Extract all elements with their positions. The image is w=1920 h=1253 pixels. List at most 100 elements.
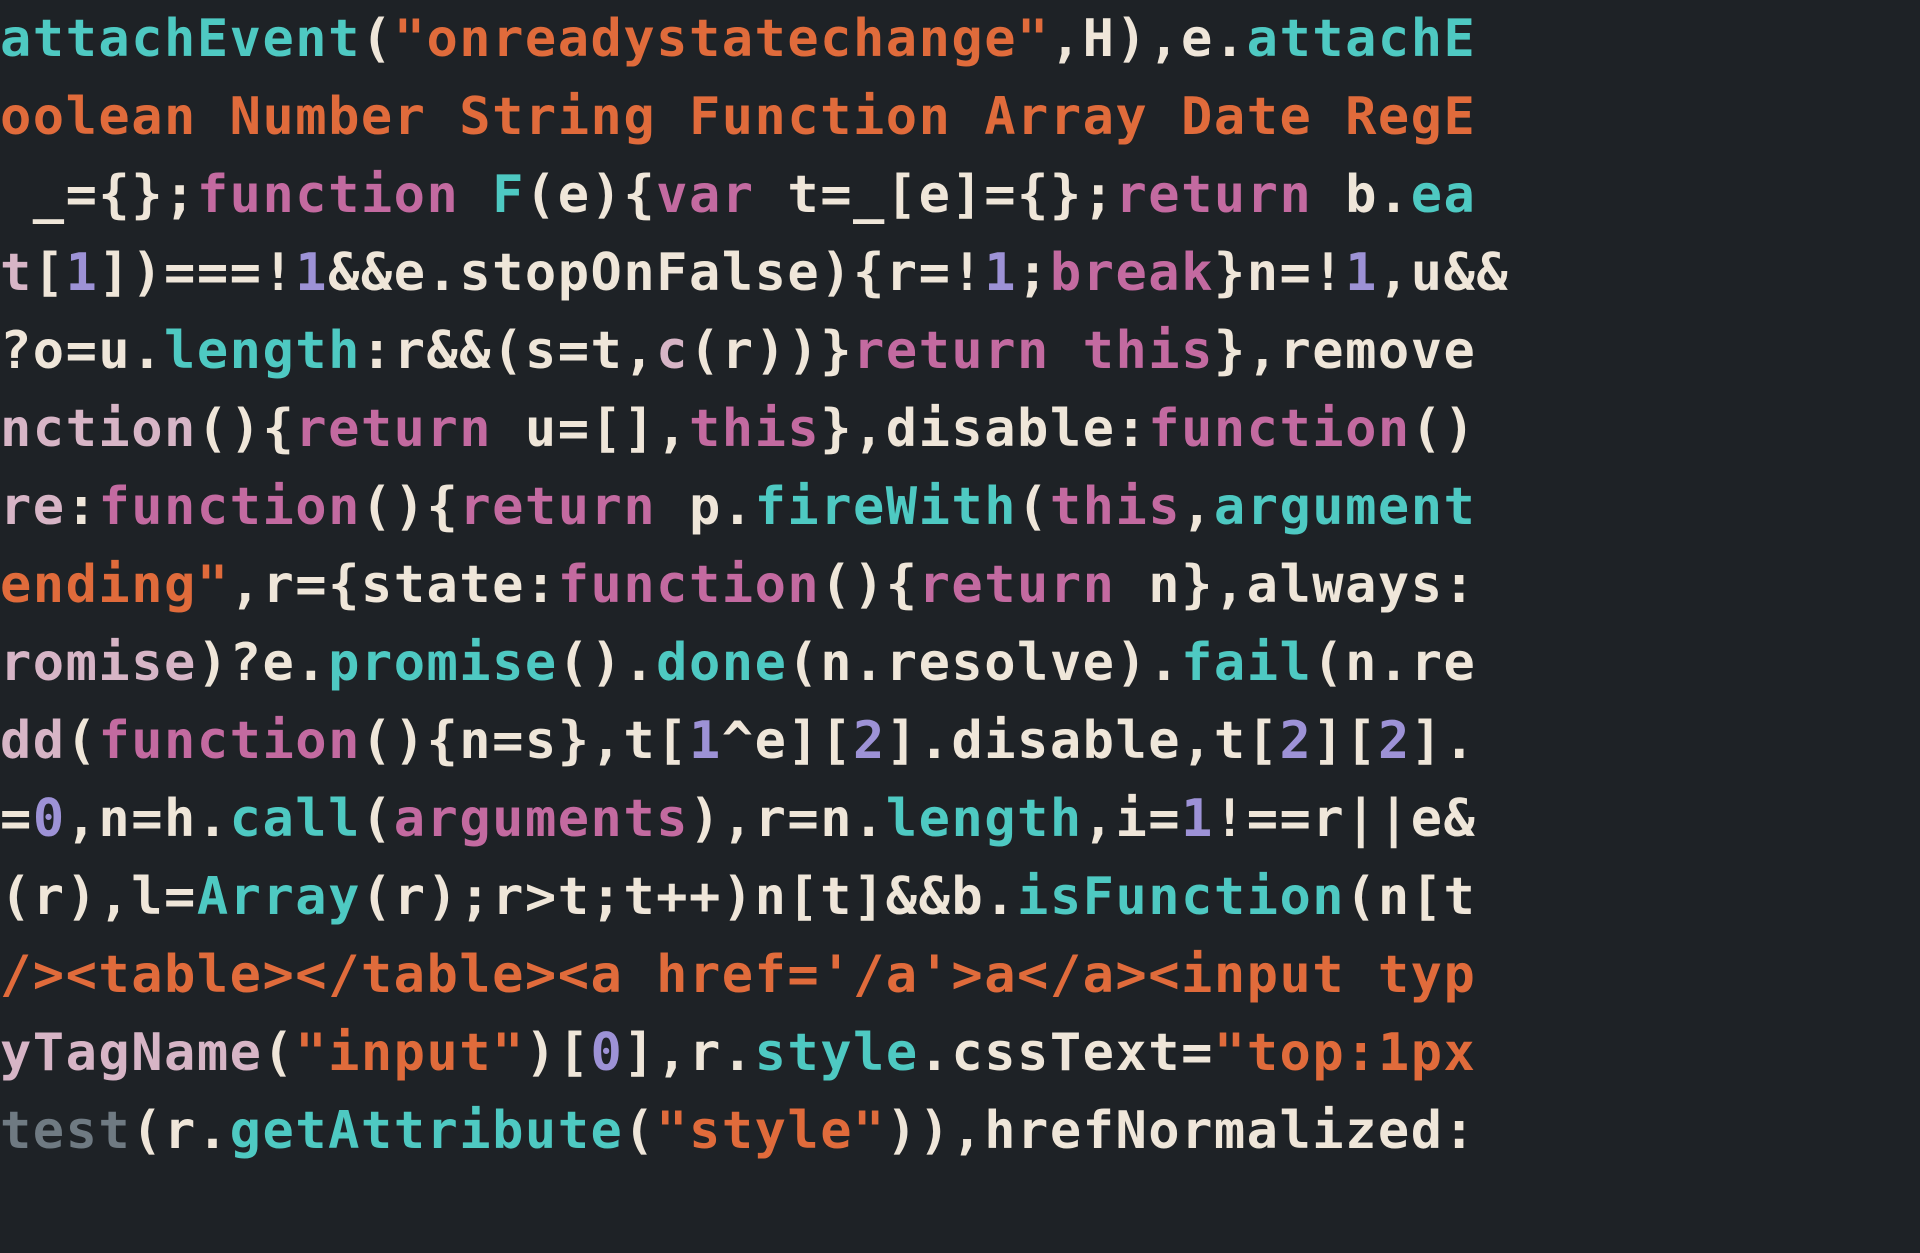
token: "onreadystatechange" bbox=[394, 9, 1050, 69]
code-line-9[interactable]: romise)?e.promise().done(n.resolve).fail… bbox=[0, 624, 1920, 702]
token: ( bbox=[66, 711, 99, 771]
token: :r&&(s=t, bbox=[361, 321, 656, 381]
code-line-10[interactable]: dd(function(){n=s},t[1^e][2].disable,t[2… bbox=[0, 702, 1920, 780]
token: ,i= bbox=[1083, 789, 1181, 849]
token: isFunction bbox=[1017, 867, 1345, 927]
code-line-7[interactable]: re:function(){return p.fireWith(this,arg… bbox=[0, 468, 1920, 546]
token: ]. bbox=[1411, 711, 1477, 771]
code-line-8[interactable]: ending",r={state:function(){return n},al… bbox=[0, 546, 1920, 624]
token: ?o=u. bbox=[0, 321, 164, 381]
token: 1 bbox=[295, 243, 328, 303]
token: fireWith bbox=[755, 477, 1017, 537]
token: (n.re bbox=[1312, 633, 1476, 693]
token: ( bbox=[623, 1101, 656, 1161]
token: ],r. bbox=[623, 1023, 754, 1083]
token: Array bbox=[197, 867, 361, 927]
token: (){ bbox=[361, 477, 459, 537]
token: return bbox=[295, 399, 492, 459]
token: (e){ bbox=[525, 165, 656, 225]
token: }n=! bbox=[1214, 243, 1345, 303]
token: ][ bbox=[1312, 711, 1378, 771]
token: length bbox=[886, 789, 1083, 849]
token: ( bbox=[1017, 477, 1050, 537]
token: return bbox=[1115, 165, 1312, 225]
token: attachE bbox=[1247, 9, 1477, 69]
token: /><table></table><a href='/a'>a</a><inpu… bbox=[0, 945, 1476, 1005]
token: this bbox=[1050, 477, 1181, 537]
token: "style" bbox=[656, 1101, 886, 1161]
code-line-12[interactable]: (r),l=Array(r);r>t;t++)n[t]&&b.isFunctio… bbox=[0, 858, 1920, 936]
token: ea bbox=[1411, 165, 1477, 225]
token: ,u&& bbox=[1378, 243, 1509, 303]
token: !==r||e& bbox=[1214, 789, 1476, 849]
token: 2 bbox=[853, 711, 886, 771]
token: return bbox=[459, 477, 656, 537]
token: .cssText= bbox=[919, 1023, 1214, 1083]
token: u=[], bbox=[492, 399, 689, 459]
token: test bbox=[0, 1101, 131, 1161]
token: (). bbox=[558, 633, 656, 693]
token: oolean Number String Function Array Date… bbox=[0, 87, 1476, 147]
token: done bbox=[656, 633, 787, 693]
token: ),r=n. bbox=[689, 789, 886, 849]
token: function bbox=[98, 711, 360, 771]
token: 2 bbox=[1378, 711, 1411, 771]
token: argument bbox=[1214, 477, 1476, 537]
token: ^e][ bbox=[722, 711, 853, 771]
token: 1 bbox=[689, 711, 722, 771]
token: (r. bbox=[131, 1101, 229, 1161]
token: b. bbox=[1312, 165, 1410, 225]
token: function bbox=[558, 555, 820, 615]
token: attachEvent bbox=[0, 9, 361, 69]
token: 2 bbox=[1280, 711, 1313, 771]
token: },disable: bbox=[820, 399, 1148, 459]
token: return bbox=[919, 555, 1116, 615]
token: ; bbox=[1017, 243, 1050, 303]
code-line-13[interactable]: /><table></table><a href='/a'>a</a><inpu… bbox=[0, 936, 1920, 1014]
token: ,H),e. bbox=[1050, 9, 1247, 69]
token: arguments bbox=[394, 789, 689, 849]
code-line-14[interactable]: yTagName("input")[0],r.style.cssText="to… bbox=[0, 1014, 1920, 1092]
token: ])===! bbox=[98, 243, 295, 303]
token: dd bbox=[0, 711, 66, 771]
token: n},always: bbox=[1115, 555, 1476, 615]
token: p. bbox=[656, 477, 754, 537]
token: () bbox=[1411, 399, 1477, 459]
code-line-5[interactable]: ?o=u.length:r&&(s=t,c(r))}return this},r… bbox=[0, 312, 1920, 390]
token: ( bbox=[361, 789, 394, 849]
code-line-11[interactable]: =0,n=h.call(arguments),r=n.length,i=1!==… bbox=[0, 780, 1920, 858]
token: _={}; bbox=[0, 165, 197, 225]
token: "top:1px bbox=[1214, 1023, 1476, 1083]
token: length bbox=[164, 321, 361, 381]
token: 0 bbox=[33, 789, 66, 849]
code-line-6[interactable]: nction(){return u=[],this},disable:funct… bbox=[0, 390, 1920, 468]
code-line-15[interactable]: test(r.getAttribute("style")),hrefNormal… bbox=[0, 1092, 1920, 1170]
token: ,n=h. bbox=[66, 789, 230, 849]
token: nction bbox=[0, 399, 197, 459]
token bbox=[459, 165, 492, 225]
token: (){n=s},t[ bbox=[361, 711, 689, 771]
token: [ bbox=[33, 243, 66, 303]
token: style bbox=[755, 1023, 919, 1083]
code-line-2[interactable]: oolean Number String Function Array Date… bbox=[0, 78, 1920, 156]
token: this bbox=[689, 399, 820, 459]
token: call bbox=[230, 789, 361, 849]
code-line-4[interactable]: t[1])===!1&&e.stopOnFalse){r=!1;break}n=… bbox=[0, 234, 1920, 312]
token: (){ bbox=[820, 555, 918, 615]
token: (n.resolve). bbox=[787, 633, 1181, 693]
token: getAttribute bbox=[230, 1101, 624, 1161]
code-line-1[interactable]: attachEvent("onreadystatechange",H),e.at… bbox=[0, 0, 1920, 78]
token: (){ bbox=[197, 399, 295, 459]
token: = bbox=[0, 789, 33, 849]
token: 1 bbox=[1345, 243, 1378, 303]
token: )?e. bbox=[197, 633, 328, 693]
code-editor[interactable]: attachEvent ( "onreadystatechange",H),e.at… bbox=[0, 0, 1920, 1253]
token: (r);r>t;t++)n[t]&&b. bbox=[361, 867, 1017, 927]
token: ( bbox=[262, 1023, 295, 1083]
token: )),hrefNormalized: bbox=[886, 1101, 1477, 1161]
token: function bbox=[1148, 399, 1410, 459]
token: 1 bbox=[1181, 789, 1214, 849]
token: &&e.stopOnFalse){r=! bbox=[328, 243, 984, 303]
token: var bbox=[656, 165, 754, 225]
code-line-3[interactable]: _={};function F(e){var t=_[e]={};return … bbox=[0, 156, 1920, 234]
